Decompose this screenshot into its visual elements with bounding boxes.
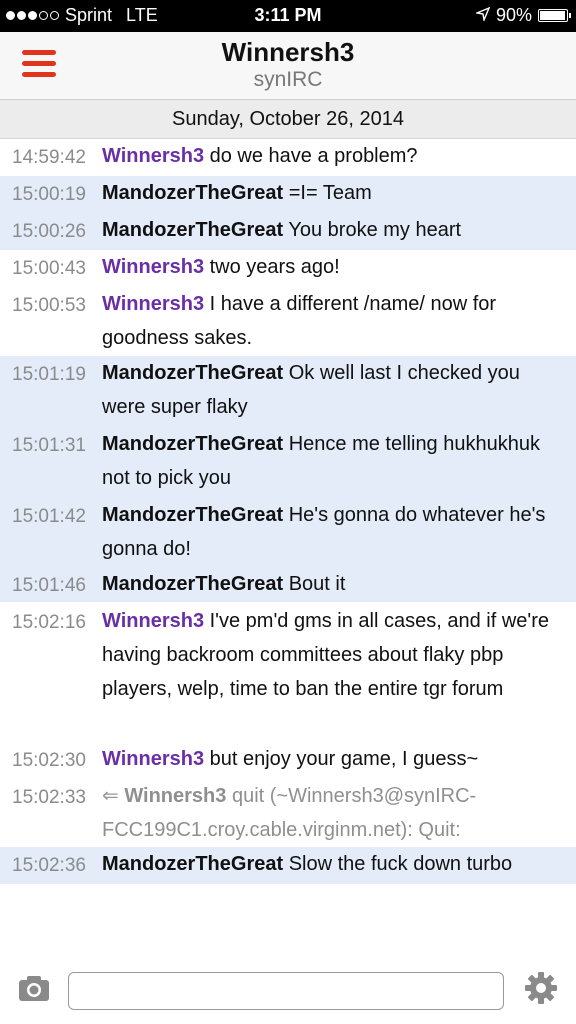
conversation-title: Winnersh3 [221,37,355,67]
message-timestamp: 15:01:42 [12,506,86,527]
message-timestamp: 15:00:43 [12,258,86,279]
network-name: synIRC [253,68,323,91]
message-row: 15:00:53 Winnersh3 I have a different /n… [0,287,576,356]
message-text: You broke my heart [288,219,462,241]
location-arrow-icon [474,5,491,26]
message-nick[interactable]: MandozerTheGreat [102,182,283,204]
message-nick[interactable]: MandozerTheGreat [102,573,283,595]
message-row: 15:00:19 MandozerTheGreat =I= Team [0,176,576,213]
message-timestamp: 15:01:31 [12,435,86,456]
status-right: 90% [474,5,571,26]
message-row: 15:02:16 Winnersh3 I've pm'd gms in all … [0,602,576,742]
message-nick[interactable]: Winnersh3 [102,748,204,770]
message-input[interactable] [68,972,504,1010]
message-nick[interactable]: MandozerTheGreat [102,853,283,875]
message-timestamp: 15:00:19 [12,184,86,205]
message-text: Slow the fuck down turbo [288,853,513,875]
message-text: do we have a problem? [209,145,418,167]
message-row: 15:00:26 MandozerTheGreat You broke my h… [0,213,576,250]
message-text: but enjoy your game, I guess~ [209,748,479,770]
message-row: 15:01:19 MandozerTheGreat Ok well last I… [0,356,576,427]
camera-icon[interactable] [18,974,50,1002]
input-bar [0,955,576,1024]
message-timestamp: 14:59:42 [12,147,86,168]
gear-icon[interactable] [524,971,558,1005]
message-row: 15:00:43 Winnersh3 two years ago! [0,250,576,287]
message-timestamp: 15:00:53 [12,295,86,316]
message-row: 15:02:30 Winnersh3 but enjoy your game, … [0,742,576,779]
battery-icon [538,9,571,22]
message-text: Bout it [288,573,346,595]
message-row: 14:59:42 Winnersh3 do we have a problem? [0,139,576,176]
message-nick[interactable]: MandozerTheGreat [102,504,283,526]
message-text: =I= Team [288,182,372,204]
status-bar: Sprint LTE 3:11 PM 90% [0,0,576,32]
message-row: 15:01:42 MandozerTheGreat He's gonna do … [0,498,576,567]
message-row: 15:02:36 MandozerTheGreat Slow the fuck … [0,847,576,884]
message-timestamp: 15:02:30 [12,750,86,771]
message-timestamp: 15:02:33 [12,787,86,808]
battery-percent: 90% [495,5,532,25]
message-nick[interactable]: MandozerTheGreat [102,433,283,455]
system-message-row: 15:02:33 ⇐ Winnersh3 quit (~Winnersh3@sy… [0,779,576,847]
message-nick[interactable]: Winnersh3 [102,256,204,278]
message-nick[interactable]: Winnersh3 [102,293,204,315]
message-row: 15:01:31 MandozerTheGreat Hence me telli… [0,427,576,498]
message-nick[interactable]: MandozerTheGreat [102,362,283,384]
message-log[interactable]: 14:59:42 Winnersh3 do we have a problem?… [0,139,576,884]
message-timestamp: 15:00:26 [12,221,86,242]
message-nick[interactable]: Winnersh3 [102,610,204,632]
message-timestamp: 15:01:19 [12,364,86,385]
message-timestamp: 15:02:36 [12,855,86,876]
message-nick[interactable]: MandozerTheGreat [102,219,283,241]
message-timestamp: 15:01:46 [12,575,86,596]
quit-arrow-icon: ⇐ [102,785,119,807]
message-row: 15:01:46 MandozerTheGreat Bout it [0,567,576,602]
message-timestamp: 15:02:16 [12,612,86,633]
message-nick[interactable]: Winnersh3 [124,785,226,807]
channel-header: Winnersh3 synIRC [0,32,576,100]
message-text: two years ago! [209,256,340,278]
message-nick[interactable]: Winnersh3 [102,145,204,167]
date-separator: Sunday, October 26, 2014 [0,100,576,139]
